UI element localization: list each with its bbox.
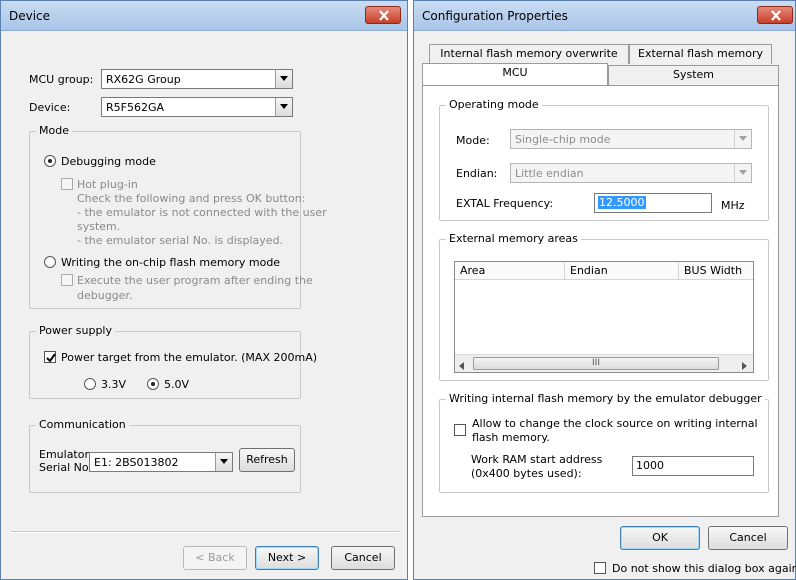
external-memory-table[interactable]: Area Endian BUS Width III — [454, 261, 754, 373]
work-ram-address-input[interactable]: 1000 — [632, 456, 754, 476]
emulator-serial-label: Serial No.: — [39, 461, 96, 474]
tab-system[interactable]: System — [608, 65, 779, 85]
operating-mode-title: Operating mode — [446, 98, 542, 111]
debugging-mode-radio[interactable] — [44, 155, 56, 167]
mode-label: Mode: — [456, 134, 490, 147]
voltage-50-radio[interactable] — [147, 378, 159, 390]
next-button[interactable]: Next > — [255, 546, 319, 570]
tab-external-flash-memory[interactable]: External flash memory — [629, 44, 772, 64]
table-header: Area Endian BUS Width — [455, 262, 753, 280]
config-dialog-title: Configuration Properties — [422, 9, 568, 23]
external-memory-title: External memory areas — [446, 232, 581, 245]
chevron-down-icon[interactable] — [215, 453, 232, 471]
config-dialog: Configuration Properties Internal flash … — [413, 0, 796, 580]
extal-frequency-label: EXTAL Frequency: — [456, 197, 554, 210]
scrollbar-thumb[interactable]: III — [473, 357, 719, 370]
work-ram-label: Work RAM start address — [471, 453, 603, 466]
execute-after-debug-label: debugger. — [77, 289, 133, 302]
extal-frequency-value: 12.5000 — [598, 196, 646, 209]
ok-button[interactable]: OK — [620, 526, 700, 550]
hot-plugin-desc-line: - the emulator serial No. is displayed. — [77, 234, 284, 247]
dont-show-again-checkbox[interactable] — [594, 562, 606, 574]
mode-value: Single-chip mode — [515, 133, 611, 146]
voltage-33-label[interactable]: 3.3V — [101, 378, 126, 391]
work-ram-address-value: 1000 — [636, 459, 664, 472]
tab-mcu[interactable]: MCU — [422, 63, 608, 85]
allow-clock-change-label[interactable]: flash memory. — [472, 431, 550, 444]
device-footer-divider — [11, 531, 399, 533]
config-cancel-button[interactable]: Cancel — [708, 526, 788, 550]
column-header-bus-width[interactable]: BUS Width — [679, 262, 753, 280]
hot-plugin-desc-line: system. — [77, 220, 121, 233]
hot-plugin-checkbox[interactable] — [61, 178, 73, 190]
device-select[interactable]: R5F562GA — [101, 97, 293, 117]
column-header-area[interactable]: Area — [455, 262, 565, 280]
writing-flash-mode-radio[interactable] — [44, 256, 56, 268]
checkmark-icon — [46, 353, 56, 363]
communication-group-title: Communication — [36, 418, 129, 431]
debugging-mode-label[interactable]: Debugging mode — [61, 155, 156, 168]
endian-select[interactable]: Little endian — [510, 163, 752, 183]
emulator-serial-select[interactable]: E1: 2BS013802 — [89, 452, 233, 472]
mcu-group-value: RX62G Group — [106, 73, 181, 86]
chevron-down-icon[interactable] — [275, 70, 292, 88]
device-value: R5F562GA — [106, 101, 165, 114]
config-close-button[interactable] — [757, 6, 793, 24]
power-target-checkbox[interactable] — [44, 351, 56, 363]
scroll-left-icon[interactable] — [459, 360, 464, 372]
column-header-endian[interactable]: Endian — [565, 262, 679, 280]
allow-clock-change-checkbox[interactable] — [454, 424, 466, 436]
voltage-50-label[interactable]: 5.0V — [164, 378, 189, 391]
device-label: Device: — [29, 101, 71, 114]
hot-plugin-desc-line: - the emulator is not connected with the… — [77, 206, 327, 219]
mcu-group-label: MCU group: — [29, 73, 94, 86]
writing-flash-title: Writing internal flash memory by the emu… — [446, 392, 765, 405]
chevron-down-icon[interactable] — [275, 98, 292, 116]
device-dialog: Device MCU group: RX62G Group Device: R5… — [0, 0, 408, 580]
device-titlebar[interactable]: Device — [1, 1, 407, 31]
extal-unit: MHz — [721, 199, 745, 212]
endian-label: Endian: — [456, 167, 498, 180]
chevron-down-icon[interactable] — [734, 164, 751, 182]
emulator-serial-value: E1: 2BS013802 — [94, 456, 179, 469]
allow-clock-change-label[interactable]: Allow to change the clock source on writ… — [472, 417, 758, 430]
hot-plugin-desc-line: Check the following and press OK button: — [77, 192, 306, 205]
work-ram-label: (0x400 bytes used): — [471, 467, 582, 480]
execute-after-debug-checkbox[interactable] — [61, 274, 73, 286]
power-target-label[interactable]: Power target from the emulator. (MAX 200… — [61, 351, 317, 364]
scroll-right-icon[interactable] — [742, 360, 747, 372]
device-cancel-button[interactable]: Cancel — [331, 546, 395, 570]
tab-internal-flash-overwrite[interactable]: Internal flash memory overwrite — [429, 44, 629, 64]
back-button[interactable]: < Back — [183, 546, 247, 570]
chevron-down-icon[interactable] — [734, 130, 751, 148]
device-close-button[interactable] — [365, 6, 401, 24]
emulator-serial-label: Emulator — [39, 448, 89, 461]
power-supply-group-title: Power supply — [36, 324, 115, 337]
horizontal-scrollbar[interactable]: III — [455, 354, 753, 372]
device-dialog-title: Device — [9, 9, 51, 23]
mcu-group-select[interactable]: RX62G Group — [101, 69, 293, 89]
config-titlebar[interactable]: Configuration Properties — [414, 1, 795, 31]
scrollbar-grip: III — [592, 358, 600, 368]
execute-after-debug-label: Execute the user program after ending th… — [77, 274, 313, 287]
mode-group-title: Mode — [36, 124, 72, 137]
voltage-33-radio[interactable] — [84, 378, 96, 390]
dont-show-again-label[interactable]: Do not show this dialog box again. — [612, 562, 796, 575]
endian-value: Little endian — [515, 167, 584, 180]
mode-select[interactable]: Single-chip mode — [510, 129, 752, 149]
refresh-button[interactable]: Refresh — [239, 448, 295, 472]
extal-frequency-input[interactable]: 12.5000 — [594, 193, 712, 213]
hot-plugin-label: Hot plug-in — [77, 178, 138, 191]
writing-flash-mode-label[interactable]: Writing the on-chip flash memory mode — [61, 256, 280, 269]
